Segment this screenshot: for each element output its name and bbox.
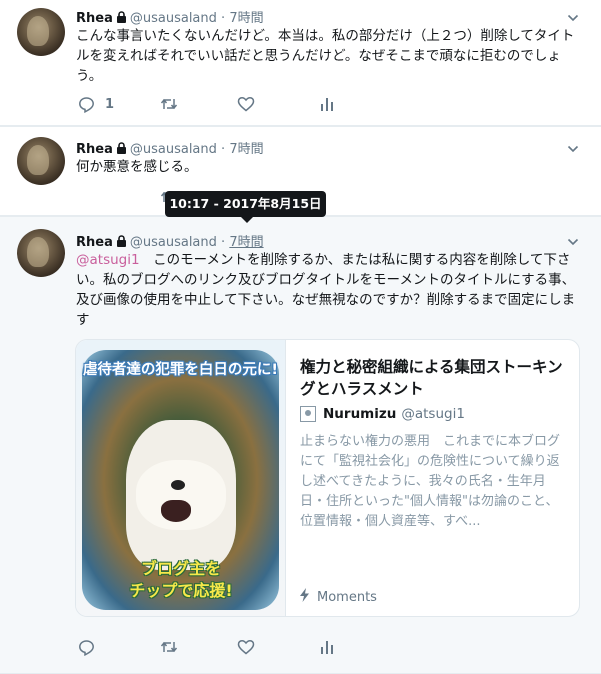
reply-button[interactable]: 1 — [78, 96, 114, 113]
dog-mouth — [161, 500, 191, 522]
tweet-header: Rhea @usausaland · 7時間 — [76, 231, 264, 251]
lock-icon — [116, 11, 127, 27]
card-source: Moments — [300, 588, 377, 606]
separator: · — [221, 235, 226, 250]
card-author[interactable]: Nurumizu @atsugi1 — [300, 406, 465, 422]
lock-icon — [116, 142, 127, 158]
timestamp[interactable]: 7時間 — [229, 11, 263, 26]
image-banner-bottom: ブログ主を チップで応援! — [106, 558, 256, 602]
tweet-header: Rhea @usausaland · 7時間 — [76, 138, 264, 158]
like-button[interactable] — [237, 96, 255, 112]
avatar[interactable] — [17, 229, 65, 277]
tweet-text-body: このモーメントを削除するか、または私に関する内容を削除して下さい。私のブログへの… — [76, 252, 576, 328]
lightning-icon — [300, 588, 317, 606]
separator: · — [221, 11, 226, 26]
link-card[interactable]: 虐待者達の犯罪を白日の元に! ブログ主を チップで応援! 権力と秘密組織による集… — [75, 339, 580, 617]
retweet-button[interactable] — [160, 639, 178, 655]
heart-icon — [237, 96, 255, 112]
analytics-icon — [320, 96, 334, 112]
dog-nose — [171, 480, 185, 490]
heart-icon — [237, 639, 255, 655]
card-author-handle: @atsugi1 — [401, 406, 465, 422]
card-title[interactable]: 権力と秘密組織による集団ストーキングとハラスメント — [300, 356, 565, 400]
user-name[interactable]: Rhea — [76, 11, 113, 26]
chevron-down-icon[interactable] — [567, 140, 579, 153]
user-name[interactable]: Rhea — [76, 235, 113, 250]
reply-icon — [78, 96, 95, 113]
avatar[interactable] — [17, 137, 65, 185]
image-banner-top: 虐待者達の犯罪を白日の元に! — [82, 362, 279, 378]
analytics-icon — [320, 639, 334, 655]
retweet-icon — [160, 639, 178, 655]
author-avatar-icon — [300, 406, 316, 422]
analytics-button[interactable] — [320, 639, 334, 655]
chevron-down-icon[interactable] — [567, 233, 579, 246]
timestamp[interactable]: 7時間 — [229, 235, 263, 250]
card-image[interactable]: 虐待者達の犯罪を白日の元に! ブログ主を チップで応援! — [76, 340, 286, 616]
tweet-text: 何か悪意を感じる。 — [76, 159, 198, 175]
separator: · — [221, 142, 226, 157]
user-name[interactable]: Rhea — [76, 142, 113, 157]
image-banner-bottom-line2: チップで応援! — [129, 581, 233, 600]
reply-count: 1 — [105, 97, 115, 112]
analytics-button[interactable] — [320, 96, 334, 112]
retweet-icon — [160, 96, 178, 112]
image-banner-bottom-line1: ブログ主を — [140, 559, 221, 578]
reply-icon — [78, 639, 95, 656]
timestamp-tooltip: 10:17 - 2017年8月15日 — [165, 191, 326, 223]
user-handle[interactable]: @usausaland — [130, 11, 217, 26]
reply-button[interactable] — [78, 639, 95, 656]
lock-icon — [116, 235, 127, 251]
user-handle[interactable]: @usausaland — [130, 235, 217, 250]
mention-link[interactable]: @atsugi1 — [76, 252, 140, 268]
retweet-button[interactable] — [160, 96, 178, 112]
card-author-name: Nurumizu — [323, 406, 397, 422]
card-description: 止まらない権力の悪用 これまでに本ブログにて「監視社会化」の危険性について繰り返… — [300, 434, 561, 529]
tweet[interactable]: Rhea @usausaland · 7時間 こんな事言いたくないんだけど。本当は… — [0, 0, 601, 126]
chevron-down-icon[interactable] — [567, 9, 579, 22]
card-source-label: Moments — [317, 589, 377, 605]
tweet-header: Rhea @usausaland · 7時間 — [76, 7, 264, 27]
tweet-text: こんな事言いたくないんだけど。本当は。私の部分だけ（上２つ）削除してタイトルを変… — [76, 28, 575, 84]
tweet-text: @atsugi1 このモーメントを削除するか、または私に関する内容を削除して下さ… — [76, 250, 581, 330]
timestamp[interactable]: 7時間 — [229, 142, 263, 157]
avatar[interactable] — [17, 8, 65, 56]
like-button[interactable] — [237, 639, 255, 655]
user-handle[interactable]: @usausaland — [130, 142, 217, 157]
